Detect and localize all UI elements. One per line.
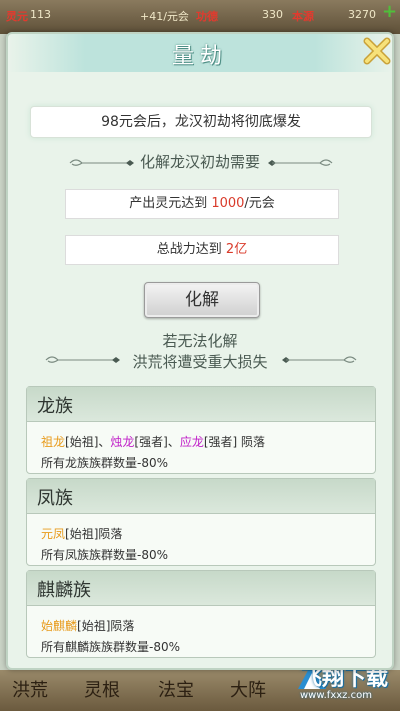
clan-fate: 陨落 [241, 435, 266, 449]
lingyuan-label: 灵元 [6, 10, 28, 23]
clan-effect: 所有麒麟族族群数量-80% [41, 640, 181, 654]
clan-name: 麒麟族 [37, 580, 91, 601]
nav-item-linggen[interactable]: 灵根 [84, 676, 120, 702]
clan-fate: 陨落 [110, 619, 135, 633]
warning-line-1: 若无法化解 [162, 332, 238, 350]
gongde-value: 330 [262, 8, 283, 21]
watermark-url: www.fxxz.com [300, 690, 372, 701]
member-sep: 、 [98, 435, 111, 449]
benyuan-value: 3270 [348, 8, 376, 21]
clan-card-dragon: 龙族 祖龙[始祖]、烛龙[强者]、应龙[强者] 陨落 所有龙族族群数量-80% [26, 386, 376, 474]
resolve-heading: 化解龙汉初劫需要 [139, 153, 260, 171]
clan-effect: 所有龙族族群数量-80% [41, 456, 169, 470]
member-name: 烛龙 [110, 435, 135, 449]
gongde-label: 功德 [196, 10, 218, 23]
cloud-ornament-right-icon [268, 159, 333, 166]
clan-fate: 陨落 [98, 527, 123, 541]
member-rank: [强者] [134, 435, 168, 449]
calamity-dialog: 量劫 98元会后，龙汉初劫将彻底爆发 化解龙汉初劫需要 产出灵元达到 1000/… [6, 32, 394, 670]
member-rank: [强者] [203, 435, 238, 449]
member-rank: [始祖] [65, 527, 99, 541]
clan-members: 元凤[始祖]陨落 [41, 525, 122, 542]
req2-prefix: 总战力达到 [156, 242, 226, 257]
clan-members: 始麒麟[始祖]陨落 [41, 617, 134, 634]
clan-name: 龙族 [37, 396, 73, 417]
req1-suffix: /元会 [244, 196, 275, 211]
clan-card-qilin: 麒麟族 始麒麟[始祖]陨落 所有麒麟族族群数量-80% [26, 570, 376, 658]
member-name: 元凤 [41, 527, 66, 541]
lingyuan-value: 113 [30, 8, 51, 21]
member-name: 祖龙 [41, 435, 66, 449]
member-rank: [始祖] [65, 435, 99, 449]
requirement-power: 总战力达到 2亿 [65, 235, 339, 265]
clan-name: 凤族 [37, 488, 73, 509]
clan-card-header [27, 479, 375, 514]
member-sep: 、 [167, 435, 180, 449]
member-name: 始麒麟 [41, 619, 78, 633]
req1-prefix: 产出灵元达到 [129, 196, 212, 211]
add-icon[interactable]: + [382, 3, 398, 21]
nav-item-dazhen[interactable]: 大阵 [230, 676, 266, 702]
req2-value: 2亿 [225, 242, 248, 257]
warning-ornament-right-icon [282, 356, 357, 363]
dialog-title: 量劫 [171, 44, 228, 69]
clan-effect: 所有凤族族群数量-80% [41, 548, 169, 562]
clan-card-phoenix: 凤族 元凤[始祖]陨落 所有凤族族群数量-80% [26, 478, 376, 566]
clan-card-header [27, 387, 375, 422]
member-name: 应龙 [179, 435, 204, 449]
member-rank: [始祖] [77, 619, 111, 633]
req1-value: 1000 [211, 196, 245, 211]
close-icon[interactable] [362, 36, 392, 66]
rate-value: +41/元会 [140, 10, 189, 23]
clan-members: 祖龙[始祖]、烛龙[强者]、应龙[强者] 陨落 [41, 433, 265, 450]
requirement-lingyuan: 产出灵元达到 1000/元会 [65, 189, 339, 219]
resolve-button[interactable]: 化解 [144, 282, 260, 318]
nav-item-fabao[interactable]: 法宝 [158, 676, 194, 702]
calamity-banner: 98元会后，龙汉初劫将彻底爆发 [30, 106, 372, 138]
nav-item-honghuang[interactable]: 洪荒 [12, 676, 48, 702]
benyuan-label: 本源 [292, 10, 314, 23]
